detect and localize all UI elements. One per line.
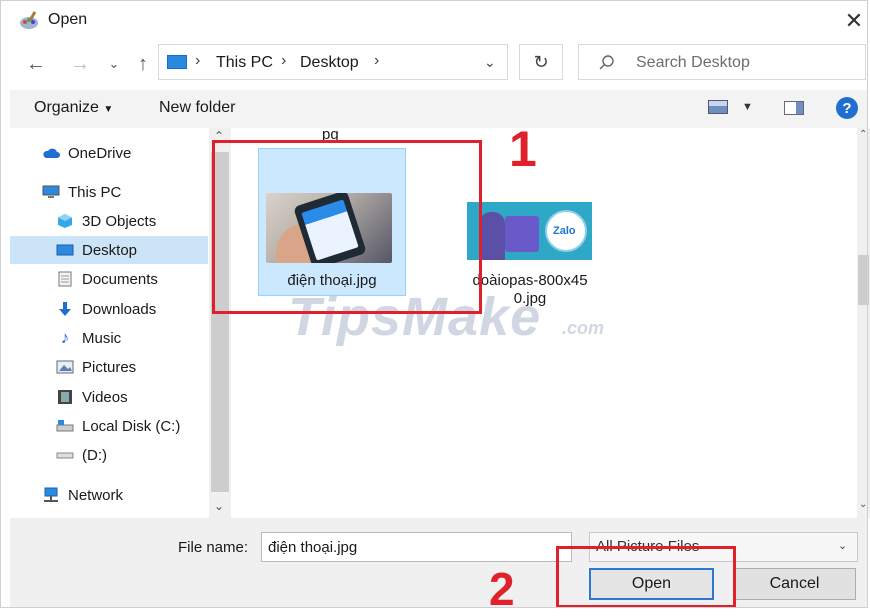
- this-pc-icon: [167, 55, 187, 69]
- music-note-icon: ♪: [60, 328, 70, 347]
- chevron-right-icon: ›: [281, 52, 287, 69]
- cube-icon: [56, 213, 74, 229]
- annotation-box-step1: [212, 140, 482, 314]
- sidebar-item-label: Documents: [82, 270, 158, 288]
- sidebar-item-desktop[interactable]: Desktop: [56, 236, 137, 264]
- content-scrollbar-thumb[interactable]: [858, 255, 869, 305]
- sidebar-item-drive-d[interactable]: (D:): [56, 441, 107, 469]
- annotation-number-step1: 1: [509, 121, 537, 177]
- close-button[interactable]: ✕: [838, 6, 870, 36]
- drive-icon: [56, 447, 74, 463]
- caret-down-icon: ▼: [103, 104, 114, 115]
- annotation-number-step2: 2: [489, 563, 515, 615]
- sidebar-item-local-disk-c[interactable]: Local Disk (C:): [56, 412, 180, 440]
- change-view-icon[interactable]: [708, 100, 728, 114]
- breadcrumb-this-pc[interactable]: This PC: [216, 54, 273, 72]
- forward-button[interactable]: →: [66, 50, 94, 78]
- network-icon: [42, 487, 60, 503]
- sidebar-item-3d-objects[interactable]: 3D Objects: [56, 207, 156, 235]
- up-button[interactable]: ↑: [130, 50, 156, 78]
- sidebar-item-label: OneDrive: [68, 144, 132, 162]
- scroll-up-icon[interactable]: ⌃: [859, 129, 867, 140]
- download-arrow-icon: [56, 301, 74, 317]
- drive-icon: [56, 418, 74, 434]
- toolbar: [10, 90, 868, 128]
- recent-locations-button[interactable]: ⌄: [104, 50, 124, 78]
- sidebar-item-label: Local Disk (C:): [82, 417, 181, 435]
- watermark-domain: .com: [562, 318, 605, 338]
- sidebar-item-network[interactable]: Network: [42, 481, 123, 509]
- organize-button[interactable]: Organize ▼: [34, 99, 113, 117]
- chevron-right-icon[interactable]: ›: [374, 52, 379, 70]
- file-name-field[interactable]: [261, 532, 572, 562]
- desktop-icon: [56, 242, 74, 258]
- chevron-right-icon: ›: [195, 52, 201, 69]
- chevron-down-icon: ⌄: [108, 56, 120, 71]
- chevron-down-icon: ⌄: [484, 54, 496, 70]
- back-button[interactable]: ←: [22, 50, 50, 78]
- content-scrollbar[interactable]: [857, 128, 870, 518]
- back-arrow-icon: ←: [26, 52, 46, 75]
- new-folder-button[interactable]: New folder: [159, 99, 235, 117]
- sidebar-item-videos[interactable]: Videos: [56, 383, 128, 411]
- help-icon[interactable]: ?: [836, 97, 858, 119]
- address-dropdown-button[interactable]: ⌄: [484, 54, 496, 71]
- window-title: Open: [48, 11, 88, 28]
- sidebar-item-label: (D:): [82, 446, 107, 464]
- sidebar-item-music[interactable]: ♪ Music: [56, 324, 121, 352]
- cloud-icon: [42, 145, 60, 161]
- sidebar-item-documents[interactable]: Documents: [56, 265, 158, 293]
- open-dialog-icon: [18, 11, 40, 31]
- sidebar-item-label: Music: [82, 329, 122, 347]
- sidebar-item-label: This PC: [68, 183, 122, 201]
- film-icon: [56, 389, 74, 405]
- annotation-box-step2: [556, 546, 736, 608]
- computer-icon: [42, 184, 60, 200]
- close-icon: ✕: [844, 8, 864, 33]
- file-name-label: File name:: [178, 539, 249, 556]
- sidebar-item-label: Downloads: [82, 300, 157, 318]
- chevron-down-icon: ⌄: [838, 540, 848, 552]
- document-icon: [56, 271, 74, 287]
- search-icon: [598, 54, 616, 76]
- scroll-down-icon[interactable]: ⌄: [214, 499, 224, 513]
- sidebar-item-pictures[interactable]: Pictures: [56, 353, 136, 381]
- file-thumbnail-zalo[interactable]: Zalo: [467, 202, 592, 260]
- view-options-caret-icon[interactable]: ▼: [742, 101, 753, 113]
- up-arrow-icon: ↑: [138, 52, 148, 75]
- sidebar-item-label: Network: [68, 486, 124, 504]
- refresh-button[interactable]: ↻: [519, 44, 563, 80]
- refresh-icon: ↻: [533, 51, 549, 72]
- breadcrumb-desktop[interactable]: Desktop: [300, 54, 359, 72]
- cancel-button[interactable]: Cancel: [733, 568, 856, 600]
- sidebar-item-onedrive[interactable]: OneDrive: [42, 139, 131, 167]
- preview-pane-icon[interactable]: [784, 101, 804, 115]
- sidebar-item-label: 3D Objects: [82, 212, 157, 230]
- title-bar: [0, 0, 870, 40]
- search-placeholder: Search Desktop: [636, 54, 750, 71]
- organize-label: Organize: [34, 99, 99, 116]
- scroll-down-icon[interactable]: ⌄: [859, 499, 867, 510]
- sidebar-item-label: Videos: [82, 388, 128, 406]
- sidebar-item-this-pc[interactable]: This PC: [42, 178, 121, 206]
- sidebar-item-label: Pictures: [82, 358, 137, 376]
- forward-arrow-icon: →: [70, 52, 90, 75]
- sidebar-item-downloads[interactable]: Downloads: [56, 295, 156, 323]
- pictures-icon: [56, 359, 74, 375]
- zalo-logo-text: Zalo: [553, 225, 576, 237]
- sidebar-item-label: Desktop: [82, 241, 138, 259]
